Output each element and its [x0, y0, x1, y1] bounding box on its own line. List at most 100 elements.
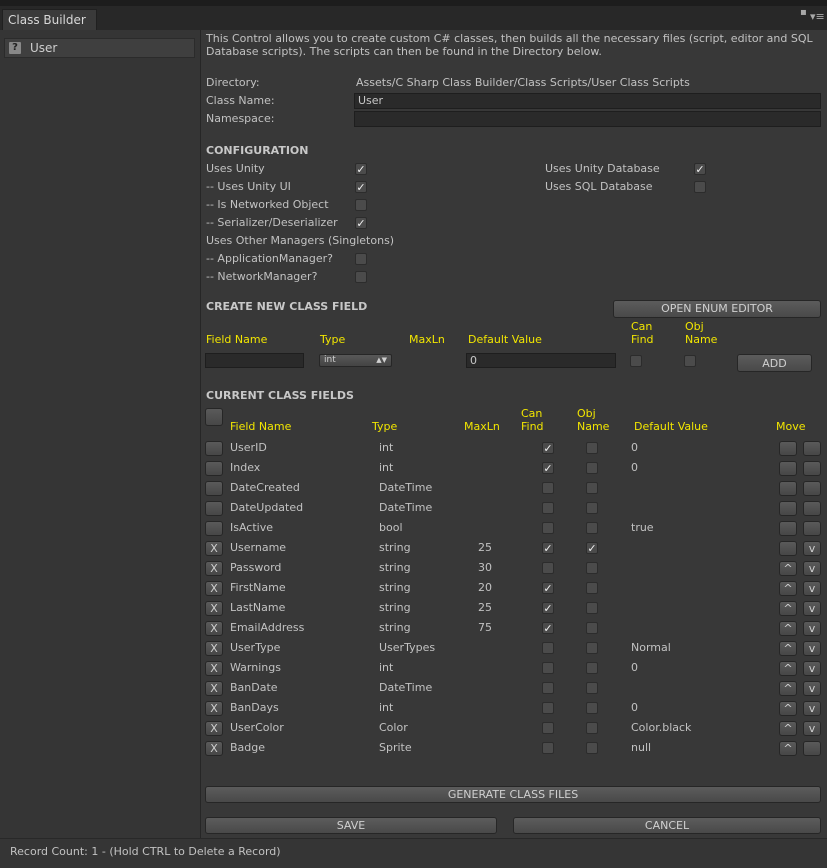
delete-row-button[interactable]: X [205, 741, 223, 756]
move-up-button[interactable]: ^ [779, 621, 797, 636]
generate-class-files-button[interactable]: GENERATE CLASS FILES [205, 786, 821, 803]
delete-row-button[interactable]: X [205, 721, 223, 736]
menu-icon[interactable]: ▾≡ [810, 11, 825, 22]
config-checkbox[interactable] [355, 253, 367, 265]
move-up-button[interactable]: ^ [779, 641, 797, 656]
obj-name-checkbox[interactable] [586, 442, 598, 454]
can-find-checkbox[interactable] [542, 522, 554, 534]
delete-row-button[interactable]: X [205, 701, 223, 716]
move-down-button[interactable]: v [803, 581, 821, 596]
move-down-button[interactable] [803, 441, 821, 456]
can-find-checkbox[interactable] [542, 642, 554, 654]
select-all-button[interactable] [205, 408, 223, 426]
new-field-name-input[interactable] [205, 353, 304, 368]
move-down-button[interactable] [803, 481, 821, 496]
can-find-checkbox[interactable] [542, 722, 554, 734]
config-checkbox[interactable]: ✓ [355, 181, 367, 193]
obj-name-checkbox[interactable] [586, 642, 598, 654]
obj-name-checkbox[interactable] [586, 482, 598, 494]
obj-name-checkbox[interactable] [586, 742, 598, 754]
can-find-checkbox[interactable]: ✓ [542, 582, 554, 594]
obj-name-checkbox[interactable] [586, 582, 598, 594]
list-item[interactable]: ? User [4, 38, 195, 58]
move-up-button[interactable]: ^ [779, 701, 797, 716]
delete-row-button[interactable]: X [205, 561, 223, 576]
move-down-button[interactable]: v [803, 641, 821, 656]
can-find-checkbox[interactable]: ✓ [542, 462, 554, 474]
obj-name-checkbox[interactable] [586, 702, 598, 714]
cancel-button[interactable]: CANCEL [513, 817, 821, 834]
move-down-button[interactable]: v [803, 541, 821, 556]
add-field-button[interactable]: ADD [737, 354, 812, 372]
delete-row-button[interactable]: X [205, 641, 223, 656]
obj-name-checkbox[interactable] [586, 522, 598, 534]
move-up-button[interactable]: ^ [779, 561, 797, 576]
move-down-button[interactable]: v [803, 681, 821, 696]
move-down-button[interactable]: v [803, 601, 821, 616]
can-find-checkbox[interactable]: ✓ [542, 622, 554, 634]
move-down-button[interactable]: v [803, 661, 821, 676]
config-checkbox[interactable] [355, 271, 367, 283]
can-find-checkbox[interactable] [542, 502, 554, 514]
move-up-button[interactable] [779, 441, 797, 456]
move-down-button[interactable]: v [803, 561, 821, 576]
move-up-button[interactable]: ^ [779, 601, 797, 616]
open-enum-editor-button[interactable]: OPEN ENUM EDITOR [613, 300, 821, 318]
row-select-button[interactable] [205, 461, 223, 476]
delete-row-button[interactable]: X [205, 621, 223, 636]
can-find-checkbox[interactable]: ✓ [542, 602, 554, 614]
obj-name-checkbox[interactable] [586, 622, 598, 634]
maximize-icon[interactable]: ▪ [800, 8, 807, 18]
namespace-input[interactable] [354, 111, 821, 127]
delete-row-button[interactable]: X [205, 661, 223, 676]
obj-name-checkbox[interactable] [586, 662, 598, 674]
can-find-checkbox[interactable] [542, 562, 554, 574]
move-up-button[interactable] [779, 461, 797, 476]
new-can-find-checkbox[interactable] [630, 355, 642, 367]
can-find-checkbox[interactable]: ✓ [542, 442, 554, 454]
can-find-checkbox[interactable] [542, 702, 554, 714]
obj-name-checkbox[interactable] [586, 462, 598, 474]
config-checkbox[interactable]: ✓ [355, 217, 367, 229]
move-up-button[interactable] [779, 541, 797, 556]
move-up-button[interactable] [779, 501, 797, 516]
obj-name-checkbox[interactable] [586, 502, 598, 514]
can-find-checkbox[interactable] [542, 482, 554, 494]
tab-class-builder[interactable]: Class Builder [2, 9, 97, 30]
new-type-select[interactable]: int ▲▼ [319, 354, 392, 367]
move-down-button[interactable] [803, 461, 821, 476]
config-checkbox[interactable]: ✓ [355, 163, 367, 175]
config-checkbox[interactable]: ✓ [694, 163, 706, 175]
move-down-button[interactable]: v [803, 721, 821, 736]
move-down-button[interactable] [803, 741, 821, 756]
move-up-button[interactable]: ^ [779, 661, 797, 676]
class-name-input[interactable]: User [354, 93, 821, 109]
new-default-value-input[interactable]: 0 [466, 353, 616, 368]
save-button[interactable]: SAVE [205, 817, 497, 834]
can-find-checkbox[interactable] [542, 742, 554, 754]
obj-name-checkbox[interactable] [586, 562, 598, 574]
move-up-button[interactable]: ^ [779, 721, 797, 736]
obj-name-checkbox[interactable] [586, 722, 598, 734]
can-find-checkbox[interactable] [542, 662, 554, 674]
move-up-button[interactable]: ^ [779, 681, 797, 696]
move-up-button[interactable] [779, 521, 797, 536]
config-checkbox[interactable] [355, 199, 367, 211]
move-down-button[interactable] [803, 521, 821, 536]
obj-name-checkbox[interactable]: ✓ [586, 542, 598, 554]
move-down-button[interactable] [803, 501, 821, 516]
row-select-button[interactable] [205, 481, 223, 496]
delete-row-button[interactable]: X [205, 541, 223, 556]
move-down-button[interactable]: v [803, 621, 821, 636]
move-down-button[interactable]: v [803, 701, 821, 716]
move-up-button[interactable]: ^ [779, 581, 797, 596]
delete-row-button[interactable]: X [205, 581, 223, 596]
can-find-checkbox[interactable]: ✓ [542, 542, 554, 554]
move-up-button[interactable] [779, 481, 797, 496]
delete-row-button[interactable]: X [205, 601, 223, 616]
row-select-button[interactable] [205, 521, 223, 536]
row-select-button[interactable] [205, 441, 223, 456]
delete-row-button[interactable]: X [205, 681, 223, 696]
move-up-button[interactable]: ^ [779, 741, 797, 756]
can-find-checkbox[interactable] [542, 682, 554, 694]
